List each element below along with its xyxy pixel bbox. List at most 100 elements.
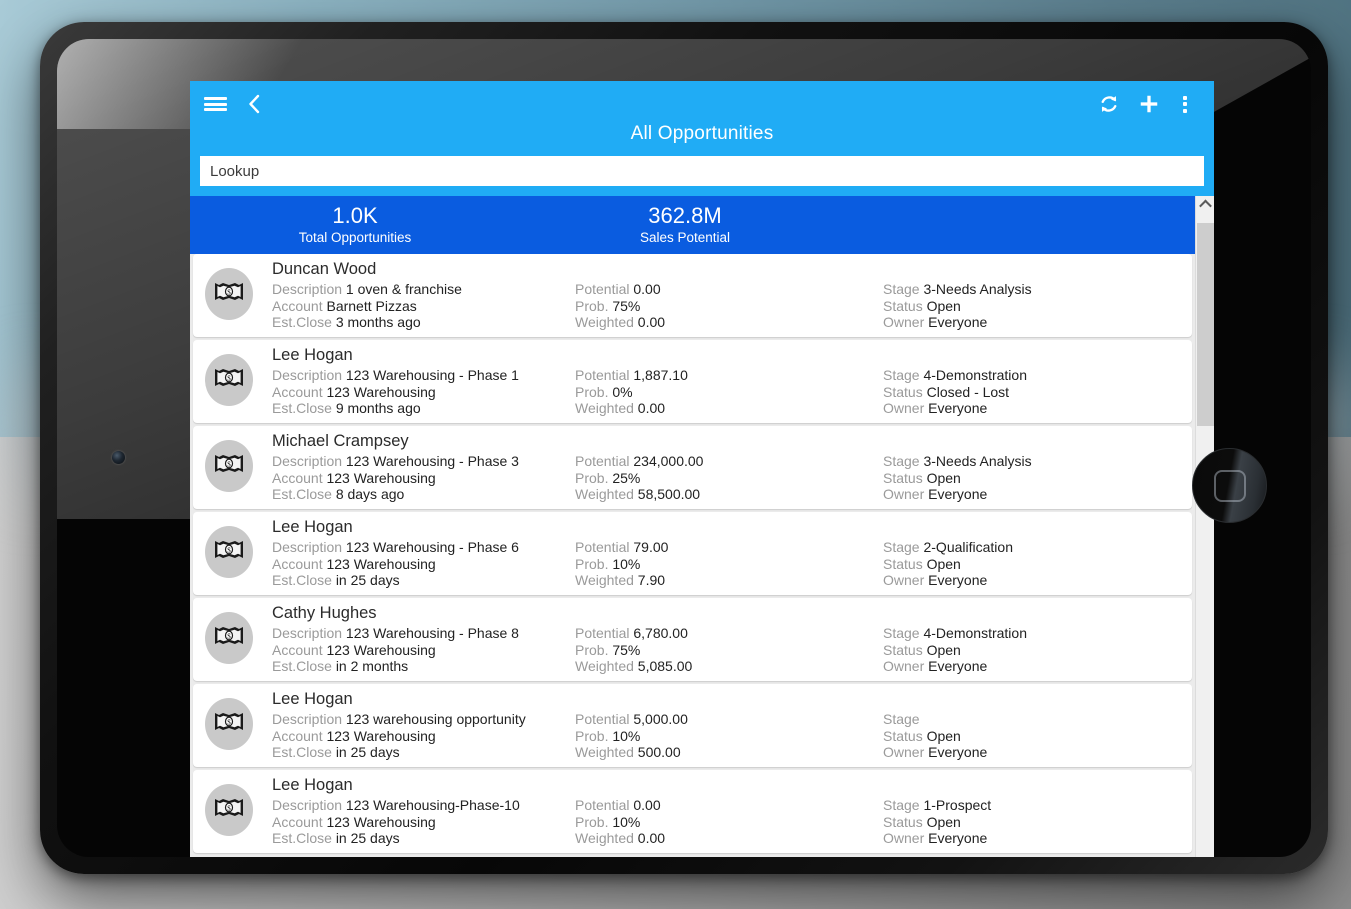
status-value: Open [926,813,961,830]
plus-icon[interactable] [1132,87,1166,121]
est-close-field: Est.Close 8 days ago [272,486,519,503]
potential-value: 5,000.00 [633,711,688,727]
status-label: Status [883,727,923,744]
account-field: Account 123 Warehousing [272,384,519,401]
opportunity-list[interactable]: $ Duncan Wood Description 1 oven & franchi… [190,254,1195,857]
list-item[interactable]: $ Duncan Wood Description 1 oven & franchi… [193,254,1192,337]
banknote-icon: $ [214,539,244,565]
stage-label: Stage [883,453,920,469]
opportunity-contact-name: Lee Hogan [272,518,353,536]
potential-value: 79.00 [633,539,669,555]
potential-label: Potential [575,281,630,297]
account-value: 123 Warehousing [326,555,436,572]
description-label: Description [272,539,343,555]
potential-field: Potential 79.00 [575,539,668,556]
potential-value: 6,780.00 [633,625,688,641]
svg-text:$: $ [227,461,231,469]
weighted-field: Weighted 500.00 [575,744,688,761]
description-label: Description [272,625,343,641]
home-button-icon[interactable] [1192,448,1267,523]
est-close-field: Est.Close in 25 days [272,744,526,761]
stage-label: Stage [883,625,920,641]
est-close-value: 3 months ago [335,314,421,330]
chevron-up-icon[interactable] [1196,196,1214,213]
scrollbar-thumb[interactable] [1197,223,1214,426]
probability-label: Prob. [575,641,609,658]
chevron-down-icon[interactable] [1196,854,1214,857]
owner-label: Owner [883,314,925,330]
weighted-label: Weighted [575,486,634,502]
stat-label: Sales Potential [639,230,731,245]
row-column-right: Stage 4-Demonstration Status Open Owner Ev… [883,625,1027,675]
est-close-label: Est.Close [272,830,332,846]
weighted-value: 0.00 [637,400,666,416]
row-column-left: Description 123 Warehousing - Phase 1 Acc… [272,367,519,417]
owner-field: Owner Everyone [883,314,1032,331]
list-item[interactable]: $ Lee Hogan Description 123 warehousing op… [193,684,1192,767]
est-close-field: Est.Close in 25 days [272,572,519,589]
weighted-field: Weighted 0.00 [575,314,665,331]
description-field: Description 123 Warehousing - Phase 3 [272,453,519,470]
avatar: $ [205,268,253,320]
stage-field: Stage [883,711,987,728]
est-close-label: Est.Close [272,572,332,588]
owner-label: Owner [883,486,925,502]
search-input[interactable] [200,156,1204,186]
status-value: Open [926,297,961,314]
probability-label: Prob. [575,297,609,314]
stage-value: 1-Prospect [923,797,992,813]
account-value: 123 Warehousing [326,641,436,658]
banknote-icon: $ [214,711,244,737]
opportunity-contact-name: Lee Hogan [272,346,353,364]
potential-value: 0.00 [633,281,661,297]
status-label: Status [883,641,923,658]
refresh-icon[interactable] [1092,87,1126,121]
owner-field: Owner Everyone [883,486,1032,503]
est-close-field: Est.Close 3 months ago [272,314,462,331]
list-item[interactable]: $ Lee Hogan Description 123 Warehousing - … [193,340,1192,423]
description-field: Description 123 Warehousing - Phase 6 [272,539,519,556]
row-column-left: Description 123 warehousing opportunity A… [272,711,526,761]
weighted-value: 58,500.00 [637,486,701,502]
account-label: Account [272,297,323,314]
avatar: $ [205,440,253,492]
row-column-right: Stage 2-Qualification Status Open Owner Ev… [883,539,1013,589]
status-label: Status [883,813,923,830]
row-column-middle: Potential 0.00 Prob. 75% Weighted 0.00 [575,281,665,331]
overflow-menu-icon[interactable] [1168,87,1202,121]
potential-value: 1,887.10 [633,367,688,383]
list-item[interactable]: $ Lee Hogan Description 123 Warehousing-Ph… [193,770,1192,853]
status-value: Open [926,469,961,486]
weighted-label: Weighted [575,314,634,330]
stage-field: Stage 3-Needs Analysis [883,281,1032,298]
stage-value: 3-Needs Analysis [923,453,1032,469]
status-label: Status [883,555,923,572]
list-item[interactable]: $ Michael Crampsey Description 123 Warehou… [193,426,1192,509]
front-camera-icon [112,451,125,464]
tablet-screen-bezel: All Opportunities 1.0K Total Opportuniti… [57,39,1311,857]
list-item[interactable]: $ Cathy Hughes Description 123 Warehousing… [193,598,1192,681]
row-column-left: Description 123 Warehousing - Phase 6 Acc… [272,539,519,589]
est-close-value: 9 months ago [335,400,421,416]
stage-value: 3-Needs Analysis [923,281,1032,297]
row-column-right: Stage 3-Needs Analysis Status Open Owner E… [883,281,1032,331]
chevron-left-icon[interactable] [237,87,271,121]
opportunity-contact-name: Lee Hogan [272,690,353,708]
stage-field: Stage 1-Prospect [883,797,991,814]
row-column-right: Stage 1-Prospect Status Open Owner Everyon… [883,797,991,847]
row-column-left: Description 123 Warehousing-Phase-10 Acco… [272,797,520,847]
banknote-icon: $ [214,797,244,823]
list-scrollbar[interactable] [1195,196,1214,857]
status-label: Status [883,469,923,486]
est-close-value: in 25 days [335,744,400,760]
description-field: Description 123 Warehousing - Phase 1 [272,367,519,384]
svg-text:$: $ [227,633,231,641]
weighted-label: Weighted [575,744,634,760]
hamburger-icon[interactable] [198,87,232,121]
owner-value: Everyone [928,486,988,502]
potential-label: Potential [575,625,630,641]
app-screen: All Opportunities 1.0K Total Opportuniti… [190,81,1214,857]
weighted-field: Weighted 58,500.00 [575,486,703,503]
list-item[interactable]: $ Lee Hogan Description 123 Warehousing - … [193,512,1192,595]
row-column-middle: Potential 6,780.00 Prob. 75% Weighted 5,08… [575,625,692,675]
